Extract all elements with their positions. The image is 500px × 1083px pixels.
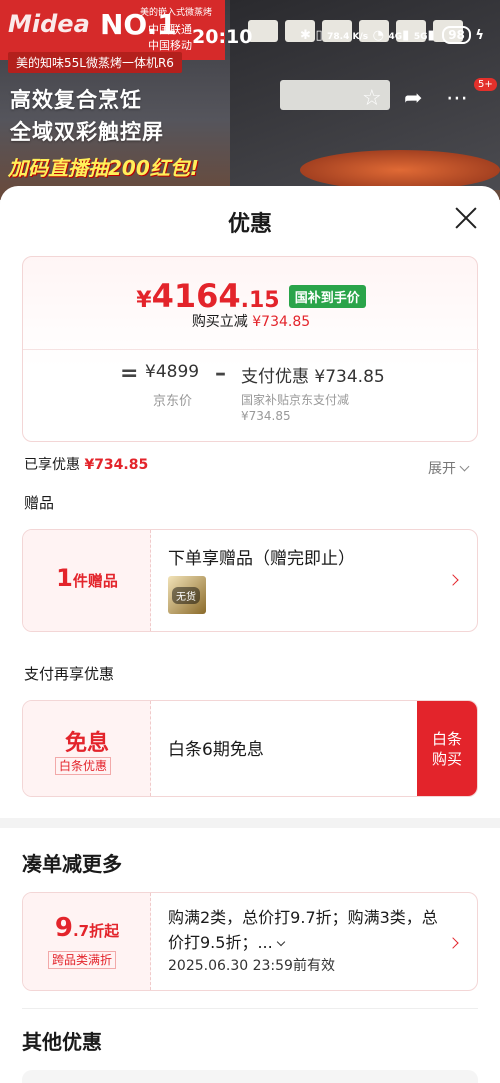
signal-icon: ▮ bbox=[427, 28, 435, 43]
combo-discount-value: 9.7折起 bbox=[54, 913, 120, 943]
reduce-row: 购买立减 ¥734.85 bbox=[23, 311, 479, 331]
bluetooth-icon: ✱ bbox=[300, 28, 311, 43]
close-icon[interactable] bbox=[452, 204, 480, 232]
carrier-1: 中国联通 bbox=[148, 23, 192, 36]
status-time: 20:10 bbox=[192, 26, 253, 48]
interest-free-label: 免息 bbox=[64, 731, 109, 756]
interest-free-card[interactable]: 免息 白条优惠 白条6期免息 白条购买 bbox=[22, 700, 478, 797]
sheet-title: 优惠 bbox=[227, 212, 272, 237]
combo-heading: 凑单减更多 bbox=[22, 852, 122, 876]
pay-discount: 支付优惠 ¥734.85 bbox=[241, 367, 385, 387]
price-summary-card: ¥4164.15 国补到手价 购买立减 ¥734.85 = ¥4899 京东价 … bbox=[22, 256, 479, 442]
pay-more-section-label: 支付再享优惠 bbox=[24, 665, 115, 683]
combo-deadline: 2025.06.30 23:59前有效 bbox=[168, 958, 335, 974]
final-price-row: ¥4164.15 国补到手价 bbox=[23, 277, 479, 315]
gift-card[interactable]: 1件赠品 下单享赠品（赠完即止） 无货 bbox=[22, 529, 478, 632]
expand-button[interactable]: 展开 bbox=[428, 458, 470, 478]
combo-description[interactable]: 购满2类，总价打9.7折；购满3类，总价打9.5折；... bbox=[168, 905, 438, 955]
back-icon[interactable]: ‹ bbox=[22, 86, 31, 111]
carrier-2: 中国移动 bbox=[148, 39, 192, 52]
carrier-labels: 中国联通 中国移动 bbox=[148, 22, 192, 54]
equals-sign: = bbox=[120, 361, 139, 386]
reduce-label: 购买立减 bbox=[191, 314, 248, 330]
net-speed: 78.4 K/s bbox=[327, 32, 369, 42]
minus-sign: – bbox=[215, 361, 226, 386]
subsidy-price-tag: 国补到手价 bbox=[288, 284, 366, 308]
discount-sheet: 优惠 ¥4164.15 国补到手价 购买立减 ¥734.85 = ¥4899 京… bbox=[0, 186, 500, 1083]
charging-icon: ϟ bbox=[475, 28, 484, 43]
gift-title: 下单享赠品（赠完即止） bbox=[168, 549, 355, 569]
other-heading: 其他优惠 bbox=[22, 1030, 102, 1054]
status-bar: 中国联通 中国移动 20:10 ✱ ▯ 78.4 K/s ◔ 4G▮ 5G▮ 9… bbox=[0, 18, 500, 58]
signal-icon: ▮ bbox=[402, 28, 410, 43]
favorite-star-icon[interactable]: ☆ bbox=[362, 86, 382, 111]
jd-price: ¥4899 bbox=[145, 362, 200, 382]
pay-discount-note: 国家补贴京东支付减 ¥734.85 bbox=[241, 393, 350, 423]
gift-count: 1件赠品 bbox=[56, 564, 118, 592]
vibrate-icon: ▯ bbox=[315, 28, 323, 43]
combo-discount-card[interactable]: 9.7折起 跨品类满折 购满2类，总价打9.7折；购满3类，总价打9.5折；..… bbox=[22, 892, 478, 991]
reduce-value: ¥734.85 bbox=[252, 314, 311, 330]
enjoyed-discount: 已享优惠 ¥734.85 bbox=[24, 457, 149, 473]
chevron-right-icon bbox=[447, 574, 459, 586]
battery-icon: 98 bbox=[442, 26, 471, 44]
cross-category-tag: 跨品类满折 bbox=[48, 951, 117, 969]
share-icon[interactable]: ➦ bbox=[404, 86, 422, 111]
system-icons: ✱ ▯ 78.4 K/s ◔ 4G▮ 5G▮ 98 ϟ bbox=[300, 26, 484, 44]
section-gap bbox=[0, 818, 500, 828]
chevron-down-icon bbox=[459, 461, 470, 472]
jd-price-label: 京东价 bbox=[153, 394, 193, 409]
more-badge: 5+ bbox=[474, 78, 497, 91]
more-icon[interactable]: ⋯ bbox=[446, 86, 468, 111]
net1-label: 4G bbox=[388, 32, 403, 42]
other-discount-card bbox=[22, 1070, 478, 1083]
banner-promo: 加码直播抽200红包! bbox=[8, 156, 199, 180]
interest-free-title: 白条6期免息 bbox=[168, 740, 264, 760]
gift-section-label: 赠品 bbox=[24, 494, 55, 512]
final-price: ¥4164.15 bbox=[136, 277, 280, 315]
divider bbox=[23, 349, 479, 350]
baitiao-buy-button[interactable]: 白条购买 bbox=[417, 701, 477, 796]
baitiao-tag: 白条优惠 bbox=[55, 757, 112, 775]
chevron-down-icon bbox=[276, 937, 285, 947]
food-image bbox=[300, 150, 500, 190]
out-of-stock-badge: 无货 bbox=[172, 587, 200, 604]
chevron-right-icon bbox=[447, 937, 459, 949]
divider bbox=[22, 1008, 478, 1009]
wifi-icon: ◔ bbox=[372, 28, 384, 43]
banner-headline-2: 全域双彩触控屏 bbox=[10, 120, 164, 144]
net2-label: 5G bbox=[413, 32, 428, 42]
